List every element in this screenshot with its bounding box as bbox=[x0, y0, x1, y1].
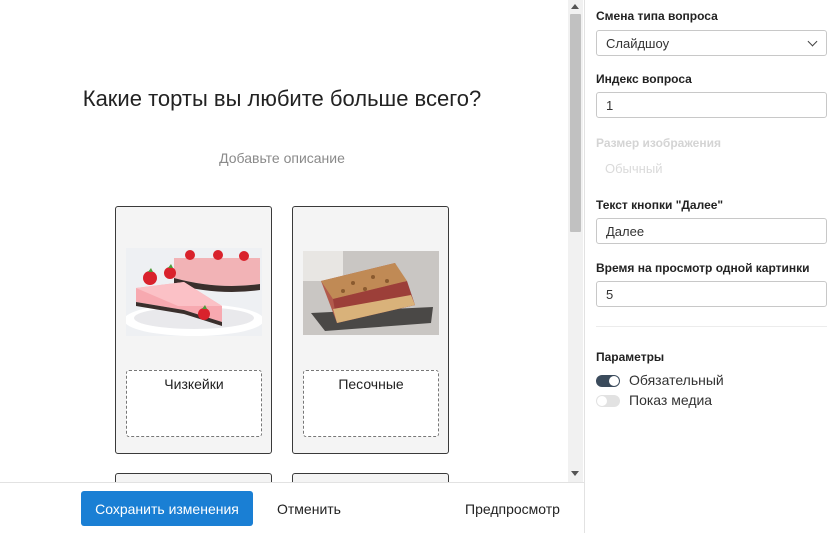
image-option-card[interactable]: Песочные bbox=[292, 206, 449, 454]
option-label[interactable]: Песочные bbox=[303, 370, 439, 437]
scroll-up-icon[interactable] bbox=[571, 4, 579, 9]
image-option-card[interactable] bbox=[292, 473, 449, 482]
scroll-down-icon[interactable] bbox=[571, 471, 579, 476]
question-index-input[interactable]: 1 bbox=[596, 92, 827, 118]
cheesecake-photo bbox=[126, 248, 262, 336]
preview-button[interactable]: Предпросмотр bbox=[455, 491, 570, 526]
shortbread-cake-photo bbox=[303, 251, 439, 335]
show-media-toggle[interactable] bbox=[596, 395, 620, 407]
view-time-label: Время на просмотр одной картинки bbox=[596, 261, 810, 275]
option-label[interactable]: Чизкейки bbox=[126, 370, 262, 437]
required-toggle[interactable] bbox=[596, 375, 620, 387]
scrollbar-thumb[interactable] bbox=[570, 14, 581, 232]
question-title[interactable]: Какие торты вы любите больше всего? bbox=[0, 86, 564, 112]
next-button-text-label: Текст кнопки "Далее" bbox=[596, 198, 724, 212]
settings-panel: Смена типа вопроса Слайдшоу Индекс вопро… bbox=[584, 0, 837, 533]
save-button[interactable]: Сохранить изменения bbox=[81, 491, 253, 526]
image-option-card[interactable]: Чизкейки bbox=[115, 206, 272, 454]
question-type-value: Слайдшоу bbox=[606, 36, 670, 51]
question-index-label: Индекс вопроса bbox=[596, 72, 692, 86]
question-type-select[interactable]: Слайдшоу bbox=[596, 30, 827, 56]
divider bbox=[596, 326, 827, 327]
params-label: Параметры bbox=[596, 350, 665, 364]
cancel-button[interactable]: Отменить bbox=[266, 491, 352, 526]
show-media-toggle-label: Показ медиа bbox=[629, 392, 713, 408]
editor-scrollbar[interactable] bbox=[568, 0, 583, 482]
image-option-card[interactable] bbox=[115, 473, 272, 482]
question-description[interactable]: Добавьте описание bbox=[0, 150, 564, 166]
question-editor: Какие торты вы любите больше всего? Доба… bbox=[0, 0, 568, 482]
view-time-input[interactable]: 5 bbox=[596, 281, 827, 307]
question-type-label: Смена типа вопроса bbox=[596, 9, 718, 23]
image-size-label: Размер изображения bbox=[596, 136, 721, 150]
bottom-toolbar: Сохранить изменения Отменить Предпросмот… bbox=[0, 482, 584, 533]
required-toggle-label: Обязательный bbox=[629, 372, 724, 388]
next-button-text-input[interactable]: Далее bbox=[596, 218, 827, 244]
image-size-select: Обычный bbox=[596, 156, 827, 182]
chevron-down-icon bbox=[807, 36, 818, 47]
